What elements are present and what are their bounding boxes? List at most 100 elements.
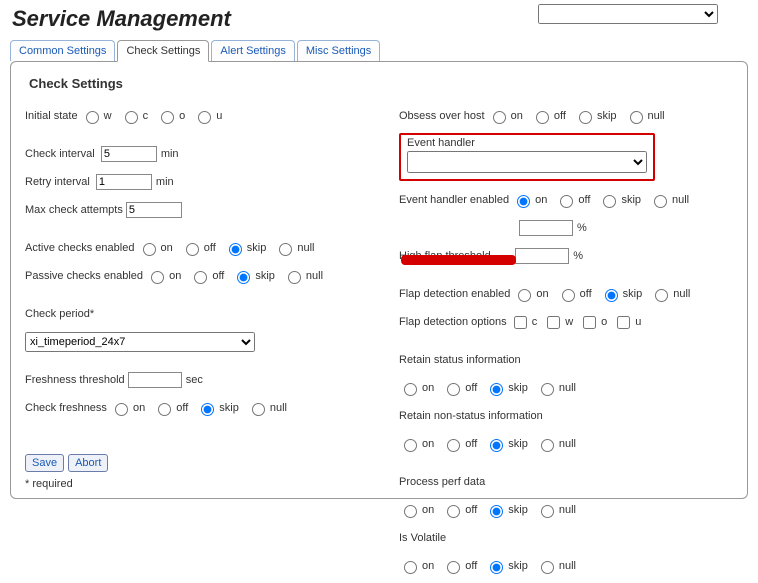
- radio-label: skip: [508, 438, 528, 450]
- radio-rnsi-off[interactable]: [447, 439, 460, 452]
- check-label: o: [601, 316, 607, 328]
- input-low-flap-threshold[interactable]: [519, 220, 573, 236]
- input-check-interval[interactable]: [101, 146, 157, 162]
- required-note: * required: [25, 478, 73, 490]
- radio-ppd-off[interactable]: [447, 505, 460, 518]
- radio-ooh-skip[interactable]: [579, 111, 592, 124]
- radio-label: skip: [247, 242, 267, 254]
- radio-label: skip: [508, 382, 528, 394]
- radio-pce-null[interactable]: [288, 271, 301, 284]
- radio-rnsi-on[interactable]: [404, 439, 417, 452]
- tab-alert-settings[interactable]: Alert Settings: [211, 40, 294, 61]
- label-passive-checks: Passive checks enabled: [25, 270, 143, 282]
- radio-label: skip: [219, 402, 239, 414]
- label-retain-nonstatus: Retain non-status information: [399, 410, 543, 422]
- radio-ehe-off[interactable]: [560, 195, 573, 208]
- redaction-scribble: [401, 255, 516, 265]
- radio-label: skip: [255, 270, 275, 282]
- radio-rnsi-skip[interactable]: [490, 439, 503, 452]
- radio-ace-on[interactable]: [143, 243, 156, 256]
- label-freshness-threshold: Freshness threshold: [25, 374, 125, 386]
- radio-iv-skip[interactable]: [490, 561, 503, 574]
- check-fdo-o[interactable]: [583, 316, 596, 329]
- radio-label: off: [578, 194, 590, 206]
- radio-ppd-on[interactable]: [404, 505, 417, 518]
- tab-common-settings[interactable]: Common Settings: [10, 40, 115, 61]
- select-check-period[interactable]: xi_timeperiod_24x7: [25, 332, 255, 352]
- select-event-handler[interactable]: [407, 151, 647, 173]
- radio-label: on: [161, 242, 173, 254]
- radio-initial-u[interactable]: [198, 111, 211, 124]
- radio-initial-o[interactable]: [161, 111, 174, 124]
- radio-fde-skip[interactable]: [605, 289, 618, 302]
- radio-label: null: [648, 110, 665, 122]
- radio-ooh-off[interactable]: [536, 111, 549, 124]
- check-fdo-u[interactable]: [617, 316, 630, 329]
- radio-cf-on[interactable]: [115, 403, 128, 416]
- radio-label: off: [465, 504, 477, 516]
- right-column: Obsess over host on off skip null Event …: [399, 105, 733, 583]
- radio-initial-c[interactable]: [125, 111, 138, 124]
- input-high-flap-threshold[interactable]: [515, 248, 569, 264]
- input-max-check-attempts[interactable]: [126, 202, 182, 218]
- tab-misc-settings[interactable]: Misc Settings: [297, 40, 380, 61]
- save-button[interactable]: Save: [25, 454, 64, 472]
- radio-label: off: [580, 288, 592, 300]
- label-event-handler-enabled: Event handler enabled: [399, 194, 509, 206]
- radio-cf-skip[interactable]: [201, 403, 214, 416]
- radio-label: null: [306, 270, 323, 282]
- radio-ehe-null[interactable]: [654, 195, 667, 208]
- radio-label: o: [179, 110, 185, 122]
- radio-rsi-on[interactable]: [404, 383, 417, 396]
- check-label: w: [565, 316, 573, 328]
- radio-rsi-off[interactable]: [447, 383, 460, 396]
- label-retain-status: Retain status information: [399, 354, 521, 366]
- radio-fde-on[interactable]: [518, 289, 531, 302]
- radio-pce-off[interactable]: [194, 271, 207, 284]
- radio-iv-off[interactable]: [447, 561, 460, 574]
- radio-ace-skip[interactable]: [229, 243, 242, 256]
- radio-ace-off[interactable]: [186, 243, 199, 256]
- top-right-select-wrap: [538, 4, 718, 24]
- radio-cf-null[interactable]: [252, 403, 265, 416]
- input-freshness-threshold[interactable]: [128, 372, 182, 388]
- radio-label: on: [169, 270, 181, 282]
- radio-label: null: [559, 382, 576, 394]
- radio-rnsi-null[interactable]: [541, 439, 554, 452]
- radio-pce-on[interactable]: [151, 271, 164, 284]
- radio-ehe-on[interactable]: [517, 195, 530, 208]
- unit-sec: sec: [186, 374, 203, 386]
- unit-min: min: [156, 176, 174, 188]
- radio-ppd-null[interactable]: [541, 505, 554, 518]
- label-obsess-over-host: Obsess over host: [399, 110, 485, 122]
- label-check-period: Check period*: [25, 308, 94, 320]
- radio-label: skip: [508, 504, 528, 516]
- check-fdo-c[interactable]: [514, 316, 527, 329]
- radio-ooh-null[interactable]: [630, 111, 643, 124]
- radio-label: null: [673, 288, 690, 300]
- radio-label: null: [559, 438, 576, 450]
- radio-cf-off[interactable]: [158, 403, 171, 416]
- radio-ehe-skip[interactable]: [603, 195, 616, 208]
- radio-initial-w[interactable]: [86, 111, 99, 124]
- radio-iv-on[interactable]: [404, 561, 417, 574]
- radio-rsi-null[interactable]: [541, 383, 554, 396]
- radio-label: off: [554, 110, 566, 122]
- radio-ooh-on[interactable]: [493, 111, 506, 124]
- radio-label: skip: [623, 288, 643, 300]
- radio-label: on: [422, 438, 434, 450]
- radio-ppd-skip[interactable]: [490, 505, 503, 518]
- abort-button[interactable]: Abort: [68, 454, 108, 472]
- top-right-select[interactable]: [538, 4, 718, 24]
- radio-iv-null[interactable]: [541, 561, 554, 574]
- radio-rsi-skip[interactable]: [490, 383, 503, 396]
- radio-ace-null[interactable]: [279, 243, 292, 256]
- input-retry-interval[interactable]: [96, 174, 152, 190]
- check-fdo-w[interactable]: [547, 316, 560, 329]
- radio-label: skip: [597, 110, 617, 122]
- tab-check-settings[interactable]: Check Settings: [117, 40, 209, 62]
- radio-fde-null[interactable]: [655, 289, 668, 302]
- radio-pce-skip[interactable]: [237, 271, 250, 284]
- radio-fde-off[interactable]: [562, 289, 575, 302]
- label-event-handler: Event handler: [407, 137, 647, 149]
